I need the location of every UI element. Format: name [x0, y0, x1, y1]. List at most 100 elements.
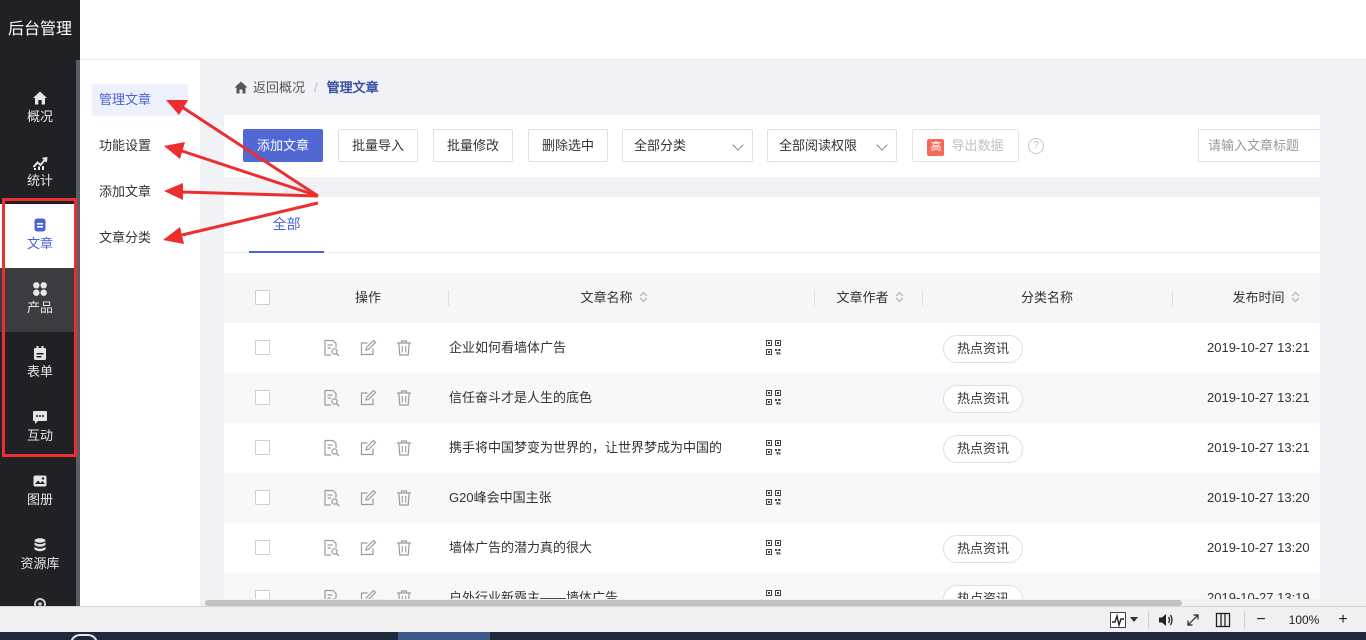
annotation-highlight-box: [2, 198, 77, 457]
nav-item-label: 资源库: [20, 556, 60, 571]
row-checkbox[interactable]: [255, 440, 270, 455]
preview-icon[interactable]: [322, 339, 340, 357]
edit-icon[interactable]: [359, 539, 377, 557]
column-author[interactable]: 文章作者: [820, 273, 920, 323]
taskbar-active-app[interactable]: [398, 632, 490, 640]
chevron-down-icon[interactable]: [1130, 617, 1138, 623]
column-name-label: 文章名称: [580, 290, 633, 305]
edit-icon[interactable]: [359, 439, 377, 457]
qr-code-icon[interactable]: [766, 490, 781, 505]
article-title-cell[interactable]: G20峰会中国主张: [449, 473, 552, 523]
search-input[interactable]: [1198, 129, 1320, 162]
fullscreen-icon[interactable]: [1186, 613, 1200, 627]
batch-import-button[interactable]: 批量导入: [338, 129, 418, 162]
row-checkbox[interactable]: [255, 340, 270, 355]
permission-select[interactable]: 全部阅读权限: [767, 129, 897, 162]
submenu-article-categories[interactable]: 文章分类: [92, 222, 188, 254]
edit-icon[interactable]: [359, 339, 377, 357]
preview-icon[interactable]: [322, 539, 340, 557]
delete-icon[interactable]: [395, 339, 413, 357]
category-select-value: 全部分类: [634, 138, 687, 153]
article-submenu: 管理文章 功能设置 添加文章 文章分类: [80, 60, 200, 606]
delete-selected-button[interactable]: 删除选中: [528, 129, 608, 162]
column-divider: [922, 290, 923, 306]
table-row: 信任奋斗才是人生的底色 热点资讯 2019-10-27 13:21: [224, 373, 1320, 423]
chart-icon: [32, 156, 48, 170]
breadcrumb-current: 管理文章: [326, 80, 379, 95]
zoom-level: 100%: [1288, 613, 1320, 627]
home-icon: [234, 81, 248, 94]
start-button-icon[interactable]: [70, 634, 98, 640]
qr-code-icon[interactable]: [766, 540, 781, 555]
toolbar: 添加文章 批量导入 批量修改 删除选中 全部分类 全部阅读权限 高导出数据 ?: [224, 115, 1320, 177]
article-title-cell[interactable]: 墙体广告的潜力真的很大: [449, 523, 592, 573]
column-name[interactable]: 文章名称: [524, 273, 704, 323]
settings-icon[interactable]: [32, 596, 48, 606]
split-view-icon[interactable]: [1215, 612, 1231, 628]
status-divider: [1148, 611, 1149, 629]
table-row: G20峰会中国主张 2019-10-27 13:20: [224, 473, 1320, 523]
database-icon: [34, 538, 46, 552]
article-list-panel: 全部 操作 文章名称 文章作者 分类名称 发布时间 企业如何看墙体广告 热点资讯 2…: [224, 197, 1320, 606]
table-row: 携手将中国梦变为世界的，让世界梦成为中国的 热点资讯 2019-10-27 13:2…: [224, 423, 1320, 473]
permission-select-value: 全部阅读权限: [779, 138, 858, 153]
top-bar: [80, 0, 1366, 60]
export-icon: 高: [927, 139, 945, 156]
zoom-in-button[interactable]: +: [1337, 612, 1349, 628]
volume-icon[interactable]: [1158, 612, 1175, 628]
article-title-cell[interactable]: 企业如何看墙体广告: [449, 323, 566, 373]
publish-time-cell: 2019-10-27 13:21: [1207, 340, 1310, 355]
add-article-button[interactable]: 添加文章: [243, 129, 323, 162]
qr-code-icon[interactable]: [766, 340, 781, 355]
submenu-add-article[interactable]: 添加文章: [92, 176, 188, 208]
chevron-down-icon: [876, 139, 888, 151]
submenu-manage-articles[interactable]: 管理文章: [92, 84, 188, 116]
nav-item-label: 图册: [26, 492, 53, 507]
nav-item-overview[interactable]: 概况: [0, 77, 80, 141]
column-published[interactable]: 发布时间: [1216, 273, 1316, 323]
row-checkbox[interactable]: [255, 490, 270, 505]
album-icon: [33, 475, 47, 487]
zoom-out-button[interactable]: −: [1255, 612, 1267, 628]
status-divider: [1244, 611, 1245, 629]
preview-icon[interactable]: [322, 489, 340, 507]
breadcrumb-home-link[interactable]: 返回概况: [253, 80, 305, 95]
breadcrumb: 返回概况 / 管理文章: [234, 78, 379, 98]
category-tag: 热点资讯: [943, 385, 1023, 413]
article-title-cell[interactable]: 信任奋斗才是人生的底色: [449, 373, 592, 423]
os-taskbar: [0, 632, 1366, 640]
delete-icon[interactable]: [395, 439, 413, 457]
row-checkbox[interactable]: [255, 540, 270, 555]
app-title: 后台管理: [0, 0, 80, 60]
delete-icon[interactable]: [395, 539, 413, 557]
nav-item-resources[interactable]: 资源库: [0, 524, 80, 588]
category-select[interactable]: 全部分类: [622, 129, 753, 162]
home-icon: [33, 91, 47, 105]
category-tag: 热点资讯: [943, 335, 1023, 363]
article-title-cell[interactable]: 携手将中国梦变为世界的，让世界梦成为中国的: [449, 423, 722, 473]
delete-icon[interactable]: [395, 489, 413, 507]
delete-icon[interactable]: [395, 389, 413, 407]
tab-all[interactable]: 全部: [249, 197, 324, 253]
row-checkbox[interactable]: [255, 390, 270, 405]
column-actions: 操作: [354, 290, 381, 305]
batch-edit-button[interactable]: 批量修改: [433, 129, 513, 162]
column-category: 分类名称: [1020, 290, 1073, 305]
nav-item-label: 概况: [26, 109, 53, 124]
qr-code-icon[interactable]: [766, 440, 781, 455]
nav-item-album[interactable]: 图册: [0, 460, 80, 524]
submenu-feature-settings[interactable]: 功能设置: [92, 130, 188, 162]
export-data-button[interactable]: 高导出数据: [912, 129, 1019, 162]
help-icon[interactable]: ?: [1028, 138, 1044, 154]
preview-icon[interactable]: [322, 439, 340, 457]
browser-status-bar: − 100% +: [0, 606, 1366, 632]
edit-icon[interactable]: [359, 489, 377, 507]
activity-icon[interactable]: [1110, 612, 1126, 628]
preview-icon[interactable]: [322, 389, 340, 407]
edit-icon[interactable]: [359, 389, 377, 407]
export-label: 导出数据: [951, 138, 1004, 153]
select-all-checkbox[interactable]: [255, 290, 270, 305]
publish-time-cell: 2019-10-27 13:21: [1207, 440, 1310, 455]
qr-code-icon[interactable]: [766, 390, 781, 405]
nav-item-stats[interactable]: 统计: [0, 141, 80, 205]
